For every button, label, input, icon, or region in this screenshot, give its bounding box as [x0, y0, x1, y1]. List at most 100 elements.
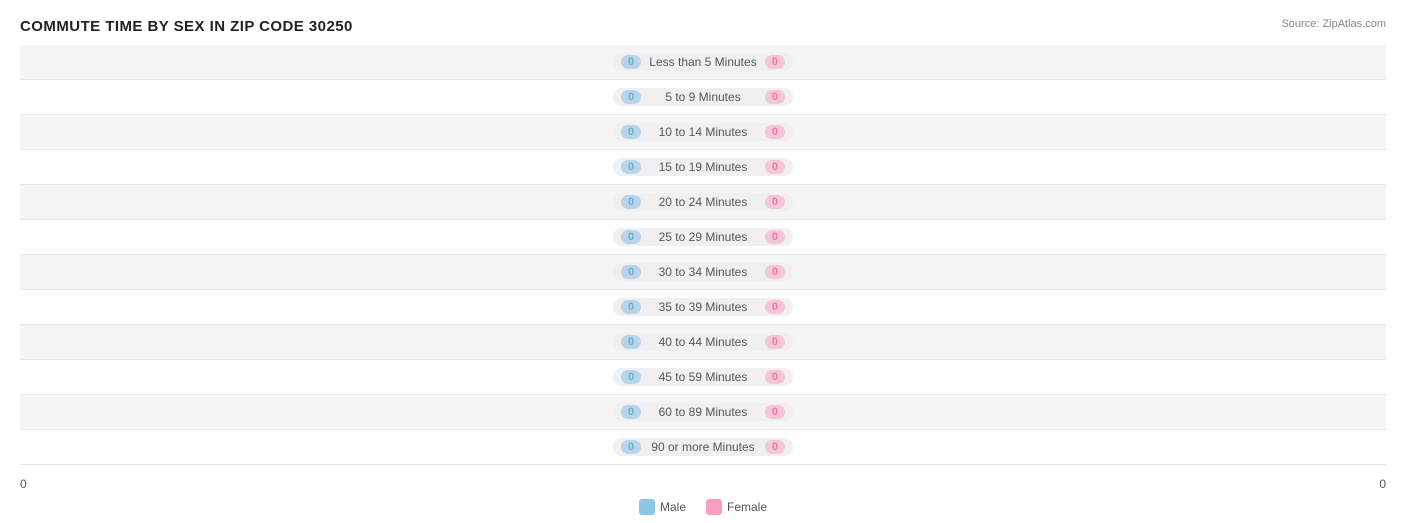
center-pill: 0 20 to 24 Minutes 0 [613, 193, 793, 211]
male-label: Male [660, 500, 686, 514]
female-bar-area [793, 403, 1386, 421]
male-value: 0 [621, 55, 641, 69]
table-row: 0 35 to 39 Minutes 0 [20, 290, 1386, 325]
female-value: 0 [765, 440, 785, 454]
center-pill: 0 30 to 34 Minutes 0 [613, 263, 793, 281]
pill-text: 60 to 89 Minutes [655, 405, 752, 419]
pill-text: 10 to 14 Minutes [655, 125, 752, 139]
female-value: 0 [765, 335, 785, 349]
pill-text: 35 to 39 Minutes [655, 300, 752, 314]
female-value: 0 [765, 125, 785, 139]
center-pill: 0 Less than 5 Minutes 0 [613, 53, 793, 71]
male-bar-area [20, 228, 613, 246]
female-bar-area [793, 263, 1386, 281]
male-bar-area [20, 263, 613, 281]
axis-left: 0 [20, 477, 27, 491]
male-swatch [639, 499, 655, 515]
female-bar-area [793, 368, 1386, 386]
female-value: 0 [765, 265, 785, 279]
female-bar-area [793, 333, 1386, 351]
legend-female: Female [706, 499, 767, 515]
pill-text: 15 to 19 Minutes [655, 160, 752, 174]
male-bar-area [20, 88, 613, 106]
male-value: 0 [621, 370, 641, 384]
table-row: 0 20 to 24 Minutes 0 [20, 185, 1386, 220]
legend-male: Male [639, 499, 686, 515]
female-bar-area [793, 298, 1386, 316]
male-value: 0 [621, 230, 641, 244]
pill-text: 20 to 24 Minutes [655, 195, 752, 209]
male-value: 0 [621, 160, 641, 174]
male-bar-area [20, 193, 613, 211]
pill-text: 45 to 59 Minutes [655, 370, 752, 384]
center-pill: 0 5 to 9 Minutes 0 [613, 88, 793, 106]
pill-text: 5 to 9 Minutes [661, 90, 744, 104]
male-bar-area [20, 333, 613, 351]
male-bar-area [20, 438, 613, 456]
male-bar-area [20, 368, 613, 386]
female-bar-area [793, 438, 1386, 456]
table-row: 0 30 to 34 Minutes 0 [20, 255, 1386, 290]
table-row: 0 90 or more Minutes 0 [20, 430, 1386, 465]
male-value: 0 [621, 125, 641, 139]
table-row: 0 45 to 59 Minutes 0 [20, 360, 1386, 395]
female-bar-area [793, 158, 1386, 176]
center-pill: 0 40 to 44 Minutes 0 [613, 333, 793, 351]
female-value: 0 [765, 370, 785, 384]
pill-text: 30 to 34 Minutes [655, 265, 752, 279]
male-value: 0 [621, 265, 641, 279]
male-value: 0 [621, 90, 641, 104]
table-row: 0 15 to 19 Minutes 0 [20, 150, 1386, 185]
bottom-area: 0 0 Male Female [20, 477, 1386, 515]
center-pill: 0 35 to 39 Minutes 0 [613, 298, 793, 316]
table-row: 0 25 to 29 Minutes 0 [20, 220, 1386, 255]
chart-container: COMMUTE TIME BY SEX IN ZIP CODE 30250 So… [0, 0, 1406, 523]
female-value: 0 [765, 90, 785, 104]
female-value: 0 [765, 405, 785, 419]
legend-row: Male Female [20, 499, 1386, 515]
table-row: 0 5 to 9 Minutes 0 [20, 80, 1386, 115]
pill-text: 90 or more Minutes [647, 440, 758, 454]
pill-text: 25 to 29 Minutes [655, 230, 752, 244]
male-value: 0 [621, 300, 641, 314]
table-row: 0 40 to 44 Minutes 0 [20, 325, 1386, 360]
male-bar-area [20, 298, 613, 316]
male-bar-area [20, 53, 613, 71]
center-pill: 0 90 or more Minutes 0 [613, 438, 793, 456]
center-pill: 0 15 to 19 Minutes 0 [613, 158, 793, 176]
pill-text: Less than 5 Minutes [645, 55, 760, 69]
female-bar-area [793, 88, 1386, 106]
axis-right: 0 [1379, 477, 1386, 491]
center-pill: 0 10 to 14 Minutes 0 [613, 123, 793, 141]
male-bar-area [20, 123, 613, 141]
pill-text: 40 to 44 Minutes [655, 335, 752, 349]
table-row: 0 10 to 14 Minutes 0 [20, 115, 1386, 150]
female-value: 0 [765, 55, 785, 69]
female-bar-area [793, 193, 1386, 211]
male-value: 0 [621, 195, 641, 209]
female-bar-area [793, 228, 1386, 246]
source-text: Source: ZipAtlas.com [1281, 18, 1386, 30]
axis-row: 0 0 [20, 477, 1386, 491]
female-bar-area [793, 53, 1386, 71]
bars-section: 0 Less than 5 Minutes 0 0 5 to 9 Minutes… [20, 45, 1386, 465]
center-pill: 0 60 to 89 Minutes 0 [613, 403, 793, 421]
male-value: 0 [621, 335, 641, 349]
female-value: 0 [765, 230, 785, 244]
center-pill: 0 25 to 29 Minutes 0 [613, 228, 793, 246]
female-label: Female [727, 500, 767, 514]
male-bar-area [20, 158, 613, 176]
female-value: 0 [765, 300, 785, 314]
female-value: 0 [765, 195, 785, 209]
table-row: 0 60 to 89 Minutes 0 [20, 395, 1386, 430]
table-row: 0 Less than 5 Minutes 0 [20, 45, 1386, 80]
male-value: 0 [621, 440, 641, 454]
female-value: 0 [765, 160, 785, 174]
female-bar-area [793, 123, 1386, 141]
title-row: COMMUTE TIME BY SEX IN ZIP CODE 30250 So… [20, 18, 1386, 35]
male-bar-area [20, 403, 613, 421]
center-pill: 0 45 to 59 Minutes 0 [613, 368, 793, 386]
chart-title: COMMUTE TIME BY SEX IN ZIP CODE 30250 [20, 18, 353, 35]
female-swatch [706, 499, 722, 515]
male-value: 0 [621, 405, 641, 419]
